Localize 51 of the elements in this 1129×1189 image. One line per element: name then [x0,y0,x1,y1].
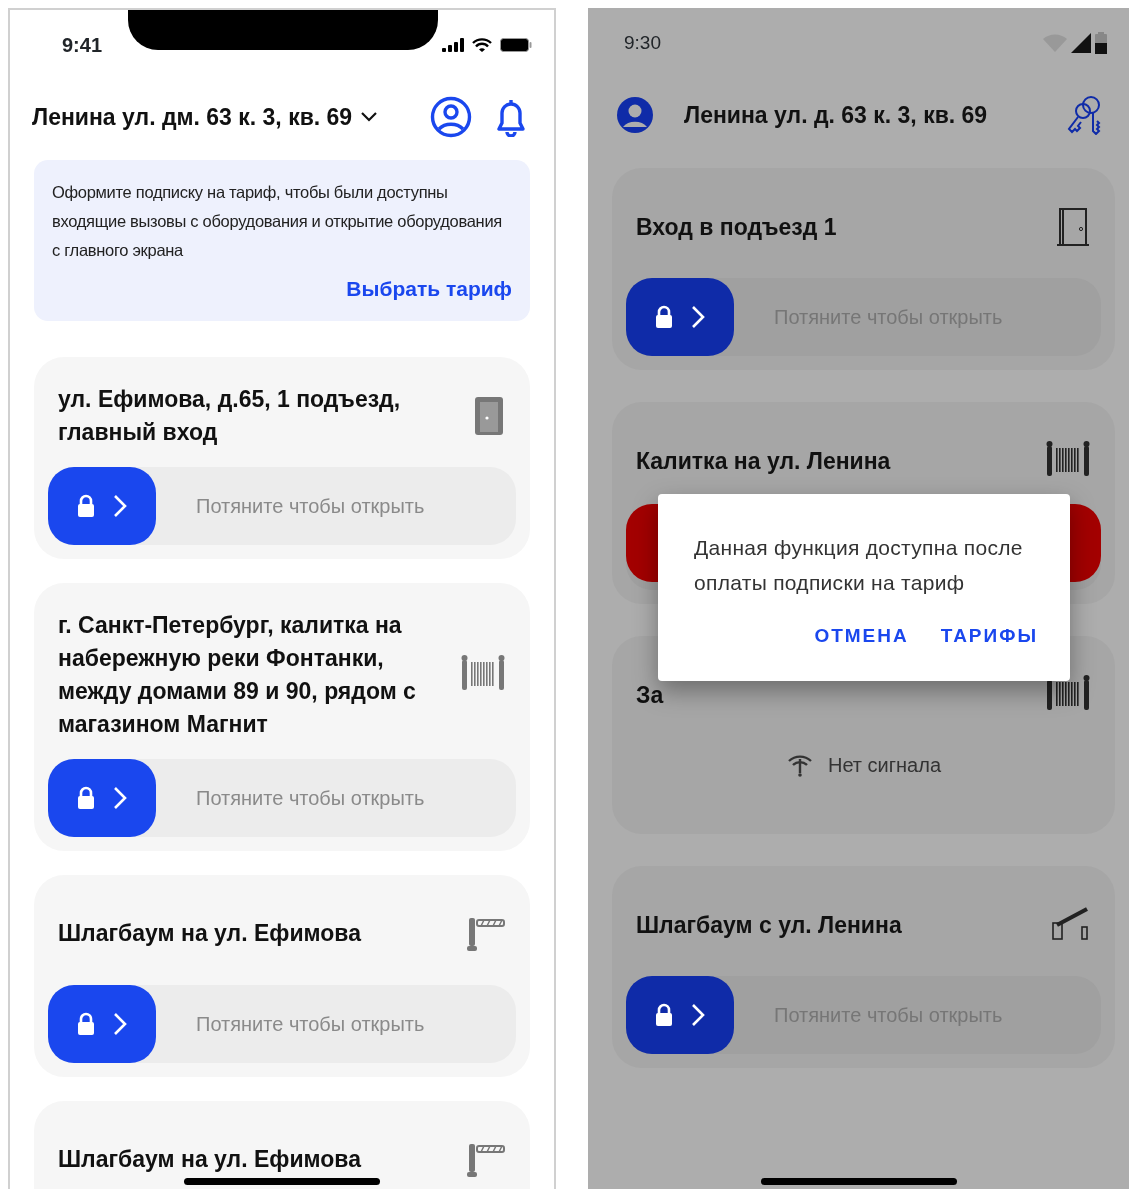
chevron-right-icon [113,785,127,810]
status-time: 9:30 [624,30,661,55]
slider-hint: Потяните чтобы открыть [196,493,425,519]
address-dropdown[interactable]: Ленина ул. дм. 63 к. 3, кв. 69 [32,99,379,135]
device-title: ул. Ефимова, д.65, 1 подъезд, главный вход [58,384,402,447]
profile-icon[interactable] [616,96,654,134]
lock-icon [77,1011,95,1036]
status-time: 9:41 [62,33,103,58]
banner-text: Оформите подписку на тариф, чтобы были доступны входящие вызовы с оборудования и открытие оборудования с главного экрана [52,182,503,261]
dialog-button[interactable]: ОТМЕНА [804,616,919,657]
barrier-icon [466,1141,506,1178]
slide-to-open-handle[interactable] [48,758,156,837]
barrier-icon [466,915,506,952]
dialog-button[interactable]: ТАРИФЫ [930,616,1048,657]
device-title: Вход в подъезд 1 [636,212,837,242]
wifi-icon [472,38,492,52]
chevron-right-icon [691,305,705,329]
device-title: Калитка на ул. Ленина [636,446,891,476]
device-title: Шлагбаум на ул. Ефимова [58,1145,361,1174]
device-title: Шлагбаум с ул. Ленина [636,910,902,940]
profile-icon[interactable] [430,96,472,138]
signal-icon [1071,33,1091,53]
signal-icon [442,38,464,52]
lock-icon [655,305,673,329]
lock-icon [655,1003,673,1027]
slide-to-open-handle[interactable] [626,976,734,1054]
door-icon [1055,207,1091,247]
status-text: Нет сигнала [827,753,941,778]
chevron-right-icon [113,1011,127,1036]
choose-tariff-link[interactable]: Выбрать тариф [52,273,512,305]
slider-hint: Потяните чтобы открыть [196,1011,425,1037]
slide-to-open-handle[interactable] [48,984,156,1063]
chevron-right-icon [691,1003,705,1027]
bell-icon[interactable] [494,97,528,137]
battery-icon [500,38,532,52]
slide-to-open-handle[interactable] [626,278,734,356]
dialog-message: Данная функция доступна после оплаты подписки на тариф [694,535,1024,596]
device-title: Шлагбаум на ул. Ефимова [58,919,361,948]
chevron-right-icon [113,493,127,518]
barrier-icon [1051,907,1091,943]
keys-icon[interactable] [1067,95,1103,135]
device-title: За [636,680,664,710]
address-title: Ленина ул. д. 63 к. 3, кв. 69 [684,100,989,130]
slider-hint: Потяните чтобы открыть [196,785,425,811]
lock-icon [77,785,95,810]
slide-to-open-handle[interactable] [48,466,156,545]
chevron-down-icon [360,111,379,123]
lock-icon [77,493,95,518]
door-icon [472,394,506,437]
battery-icon [1095,32,1107,54]
device-title: г. Санкт-Петербург, калитка на набережную реки Фонтанки, между домами 89 и 90, рядом с магазином Магнит [58,610,417,739]
